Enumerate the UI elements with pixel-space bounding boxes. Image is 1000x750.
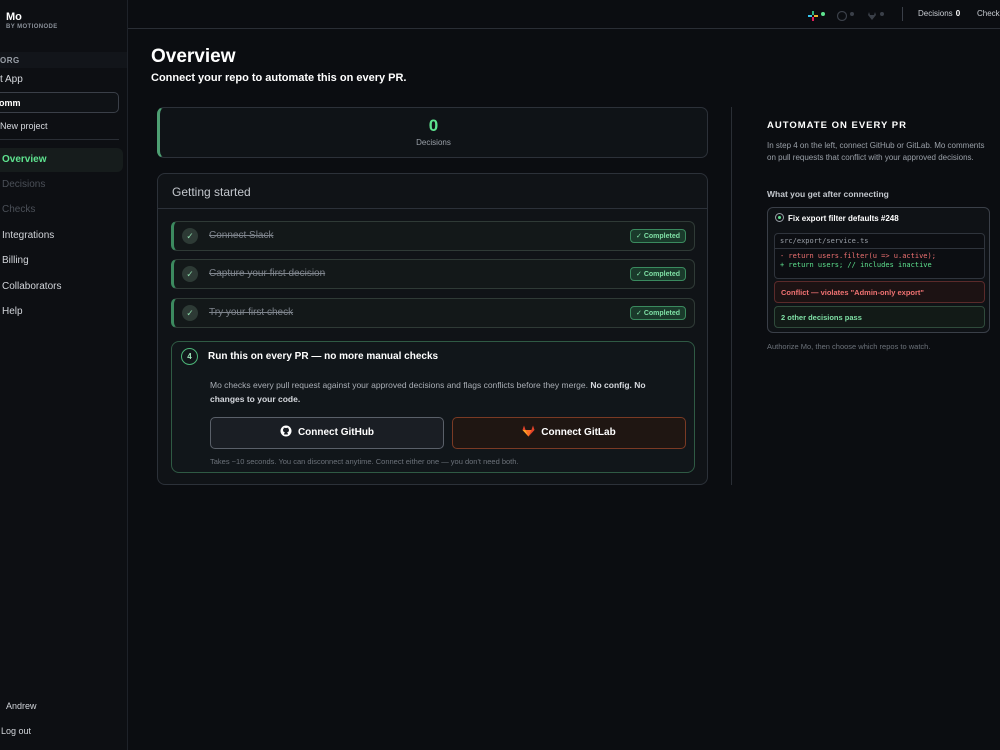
sidebar-item-help[interactable]: Help <box>0 300 123 324</box>
step-label: Try your first check <box>209 307 294 318</box>
step-description: Mo checks every pull request against you… <box>210 378 680 406</box>
completed-badge-text: Completed <box>643 310 680 317</box>
github-icon[interactable] <box>836 8 848 26</box>
github-status-dot <box>850 12 854 16</box>
sidebar-item-integrations[interactable]: Integrations <box>0 224 123 248</box>
logout-link[interactable]: Log out <box>1 726 31 736</box>
automate-description: In step 4 on the left, connect GitHub or… <box>767 141 985 162</box>
completed-badge-text: Completed <box>643 233 680 240</box>
topbar-divider <box>902 7 903 21</box>
connect-gitlab-label: Connect GitLab <box>541 427 616 438</box>
completed-badge: ✓ Completed <box>630 229 686 243</box>
org-label: ORG <box>0 56 20 65</box>
page-title: Overview <box>151 46 236 67</box>
connect-github-button[interactable]: Connect GitHub <box>210 417 444 449</box>
decisions-label: Decisions <box>416 138 451 147</box>
completed-badge-text: Completed <box>643 271 680 278</box>
pr-status-icon <box>775 213 784 222</box>
check-icon: ✓ <box>182 305 198 321</box>
org-select[interactable]: omm <box>0 92 119 113</box>
topbar-decisions[interactable]: Decisions 0 <box>918 9 960 18</box>
completed-badge: ✓ Completed <box>630 306 686 320</box>
sidebar: Mo BY MOTIONODE ORG t App omm New projec… <box>0 0 128 750</box>
connect-github-label: Connect GitHub <box>297 427 375 438</box>
top-bar: Decisions 0 Check <box>128 0 1000 29</box>
check-icon: ✓ <box>182 266 198 282</box>
sidebar-item-overview[interactable]: Overview <box>0 148 123 172</box>
step-footnote: Takes ~10 seconds. You can disconnect an… <box>210 457 519 466</box>
brand-subtitle: BY MOTIONODE <box>6 24 58 30</box>
step-label: Connect Slack <box>209 230 274 241</box>
topbar-checks[interactable]: Check <box>977 9 1000 18</box>
connect-gitlab-button[interactable]: Connect GitLab <box>452 417 686 449</box>
sidebar-item-checks[interactable]: Checks <box>0 198 123 222</box>
after-connecting-label: What you get after connecting <box>767 189 889 199</box>
step-connect-slack[interactable]: ✓ Connect Slack ✓ Completed <box>171 221 695 251</box>
sidebar-item-decisions[interactable]: Decisions <box>0 173 123 197</box>
gitlab-status-dot <box>880 12 884 16</box>
step-title: Run this on every PR — no more manual ch… <box>208 351 439 362</box>
conflict-alert: Conflict — violates "Admin-only export" <box>774 281 985 303</box>
decisions-stat-card: 0 Decisions <box>157 107 708 158</box>
pr-title-text: Fix export filter defaults #248 <box>788 214 899 223</box>
pass-notice: 2 other decisions pass <box>774 306 985 328</box>
step-description-text: Mo checks every pull request against you… <box>210 380 588 390</box>
code-added-line: + return users; // includes inactive <box>780 261 932 269</box>
app-item[interactable]: t App <box>0 74 23 85</box>
brand-name: Mo <box>6 11 22 23</box>
topbar-decisions-count: 0 <box>955 9 961 18</box>
gitlab-icon[interactable] <box>867 8 877 26</box>
step-capture-decision[interactable]: ✓ Capture your first decision ✓ Complete… <box>171 259 695 289</box>
user-name[interactable]: Andrew <box>6 701 37 711</box>
check-icon: ✓ <box>182 228 198 244</box>
github-icon <box>280 425 292 437</box>
automate-footnote: Authorize Mo, then choose which repos to… <box>767 342 931 351</box>
decisions-count: 0 <box>428 116 439 135</box>
pr-title: Fix export filter defaults #248 <box>775 212 899 223</box>
step-run-on-pr: 4 Run this on every PR — no more manual … <box>171 341 695 473</box>
step-label: Capture your first decision <box>209 268 326 279</box>
step-number: 4 <box>181 348 198 365</box>
slack-status-dot <box>821 12 825 16</box>
step-first-check[interactable]: ✓ Try your first check ✓ Completed <box>171 298 695 328</box>
code-removed-line: - return users.filter(u => u.active); <box>780 252 936 260</box>
sidebar-divider <box>0 139 119 140</box>
page-subtitle: Connect your repo to automate this on ev… <box>151 72 407 84</box>
sidebar-item-billing[interactable]: Billing <box>0 249 123 273</box>
sidebar-item-collaborators[interactable]: Collaborators <box>0 275 123 299</box>
code-diff: src/export/service.ts - return users.fil… <box>774 233 985 279</box>
slack-icon[interactable] <box>808 8 818 26</box>
getting-started-title: Getting started <box>158 174 707 209</box>
gitlab-icon <box>522 425 535 437</box>
new-project-link[interactable]: New project <box>0 121 48 131</box>
completed-badge: ✓ Completed <box>630 267 686 281</box>
automate-title: AUTOMATE ON EVERY PR <box>767 120 907 131</box>
topbar-decisions-label: Decisions <box>918 9 953 18</box>
code-file-path: src/export/service.ts <box>775 234 984 249</box>
pr-preview-card: Fix export filter defaults #248 src/expo… <box>767 207 990 333</box>
getting-started-card: Getting started ✓ Connect Slack ✓ Comple… <box>157 173 708 485</box>
brand-logo[interactable]: Mo BY MOTIONODE <box>6 11 58 30</box>
panel-divider <box>731 107 732 485</box>
